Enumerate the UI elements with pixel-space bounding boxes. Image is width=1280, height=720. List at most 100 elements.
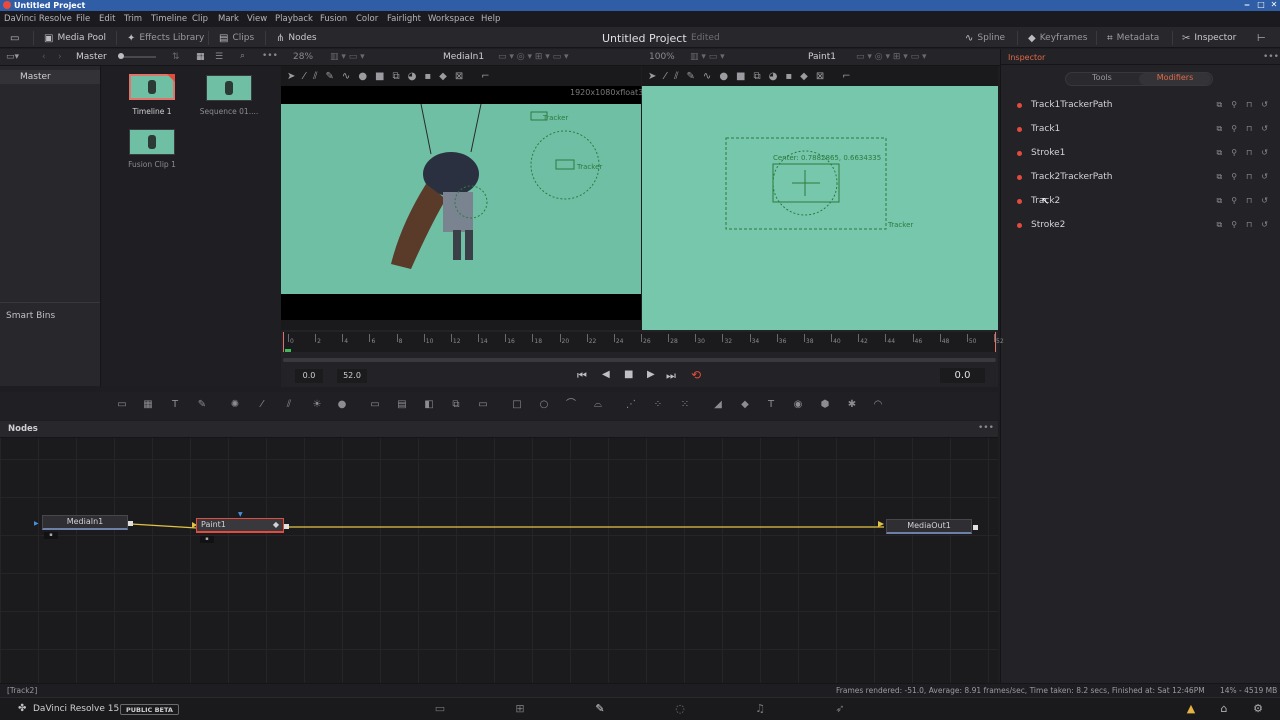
transform-icon[interactable]: ⊠ xyxy=(455,71,463,82)
viewer-right-options-icon[interactable]: ▥ ▾ ▭ ▾ xyxy=(690,52,725,62)
menu-playback[interactable]: Playback xyxy=(275,14,313,24)
pin-icon[interactable]: ⚲ xyxy=(1231,148,1237,158)
box-icon[interactable]: ▪ xyxy=(785,71,792,82)
pointer-icon[interactable]: ➤ xyxy=(648,71,656,82)
inspector-button[interactable]: ✂ Inspector xyxy=(1182,31,1236,45)
clone-icon[interactable]: ⧉ xyxy=(754,71,761,82)
rectangle-icon[interactable]: ■ xyxy=(375,71,384,82)
brush-icon[interactable]: ✎ xyxy=(326,71,334,82)
reset-icon[interactable]: ↺ xyxy=(1261,196,1268,206)
copy-icon[interactable]: ⧉ xyxy=(1216,124,1222,134)
node-paint1[interactable]: Paint1 ◆ xyxy=(196,518,284,533)
edit-page-icon[interactable]: ⊞ xyxy=(512,702,528,716)
polygon-mask-icon[interactable]: ⌒ xyxy=(564,398,578,412)
settings-gear-icon[interactable]: ⚙ xyxy=(1250,702,1266,716)
panel-toggle-button[interactable]: ▭ xyxy=(10,31,19,45)
clip-thumb-sequence[interactable] xyxy=(206,75,252,101)
grid-view-icon[interactable]: ▦ xyxy=(196,52,205,62)
media-pool-button[interactable]: ▣ Media Pool xyxy=(44,31,106,45)
menu-fusion[interactable]: Fusion xyxy=(320,14,347,24)
matte-tool-icon[interactable]: ◧ xyxy=(422,398,436,412)
viewer-right-canvas[interactable]: Center: 0.7882865, 0.6634335 Tracker xyxy=(642,86,998,331)
blur-tool-icon[interactable]: ⁄ xyxy=(255,398,269,412)
menu-clip[interactable]: Clip xyxy=(192,14,208,24)
stroke-icon[interactable]: ⁄ xyxy=(303,71,305,82)
metadata-button[interactable]: ⌗ Metadata xyxy=(1107,31,1159,45)
fusion-page-icon[interactable]: ✎ xyxy=(592,702,608,716)
menu-workspace[interactable]: Workspace xyxy=(428,14,474,24)
home-icon[interactable]: ⌂ xyxy=(1216,702,1232,716)
go-to-end-icon[interactable]: ⏭ xyxy=(666,369,676,383)
output-port-icon[interactable] xyxy=(128,521,133,526)
image-tool-icon[interactable]: ▦ xyxy=(141,398,155,412)
channel-tool-icon[interactable]: ▤ xyxy=(395,398,409,412)
modifier-row[interactable]: Track1TrackerPath ⧉ ⚲ ⊓ ↺ xyxy=(1009,95,1274,115)
menu-help[interactable]: Help xyxy=(481,14,500,24)
menu-timeline[interactable]: Timeline xyxy=(151,14,187,24)
lock-icon[interactable]: ⊓ xyxy=(1246,124,1252,134)
menu-view[interactable]: View xyxy=(247,14,267,24)
lock-icon[interactable]: ⊓ xyxy=(1246,220,1252,230)
reset-icon[interactable]: ↺ xyxy=(1261,124,1268,134)
particle-render-icon[interactable]: ⁘ xyxy=(651,398,665,412)
brightness-tool-icon[interactable]: ☀ xyxy=(310,398,324,412)
camera-3d-icon[interactable]: ◉ xyxy=(791,398,805,412)
lock-icon[interactable]: ⊓ xyxy=(1246,148,1252,158)
ellipse-mask-icon[interactable]: ○ xyxy=(537,398,551,412)
time-scrollbar[interactable] xyxy=(283,358,996,362)
lock-icon[interactable]: ⊓ xyxy=(1246,196,1252,206)
viewer-right-tools-icon[interactable]: ▭ ▾ ◎ ▾ ⊞ ▾ ▭ ▾ xyxy=(856,52,927,62)
transform-tool-icon[interactable]: ⧉ xyxy=(449,398,463,412)
merge-tool-icon[interactable]: ▭ xyxy=(368,398,382,412)
shape-3d-icon[interactable]: ◢ xyxy=(711,398,725,412)
menu-fairlight[interactable]: Fairlight xyxy=(387,14,421,24)
clone-icon[interactable]: ⧉ xyxy=(393,71,400,82)
reset-icon[interactable]: ↺ xyxy=(1261,172,1268,182)
sort-icon[interactable]: ⇅ xyxy=(172,52,180,62)
play-reverse-icon[interactable]: ◀ xyxy=(602,369,610,380)
rectangle-icon[interactable]: ■ xyxy=(736,71,745,82)
multistroke-icon[interactable]: ⫽ xyxy=(313,71,317,82)
pin-icon[interactable]: ⚲ xyxy=(1231,172,1237,182)
menu-trim[interactable]: Trim xyxy=(124,14,142,24)
resize-tool-icon[interactable]: ▭ xyxy=(476,398,490,412)
maximize-icon[interactable]: □ xyxy=(1254,0,1268,9)
current-time-field[interactable]: 0.0 xyxy=(940,368,985,383)
transform-icon[interactable]: ⊠ xyxy=(816,71,824,82)
forward-icon[interactable]: › xyxy=(58,52,62,62)
pin-icon[interactable]: ⚲ xyxy=(1231,196,1237,206)
output-port-icon[interactable] xyxy=(973,525,978,530)
close-icon[interactable]: ✕ xyxy=(1267,0,1280,9)
slider-handle[interactable] xyxy=(118,53,124,59)
warning-icon[interactable]: ▲ xyxy=(1183,702,1199,716)
menu-edit[interactable]: Edit xyxy=(99,14,115,24)
end-time-field[interactable]: 52.0 xyxy=(337,369,367,383)
modifier-row[interactable]: Stroke1 ⧉ ⚲ ⊓ ↺ xyxy=(1009,143,1274,163)
paint-tool-icon[interactable]: ✎ xyxy=(195,398,209,412)
loop-icon[interactable]: ⟲ xyxy=(691,368,701,382)
node-mediain1[interactable]: MediaIn1 xyxy=(42,515,128,530)
time-ruler[interactable]: 0 2 4 6 8 10 12 14 16 18 20 22 24 26 28 30 32 34 36 38 40 42 4… xyxy=(283,332,1004,352)
copy-icon[interactable]: ⧉ xyxy=(1216,172,1222,182)
box-icon[interactable]: ▪ xyxy=(424,71,431,82)
reset-icon[interactable]: ↺ xyxy=(1261,220,1268,230)
reset-icon[interactable]: ↺ xyxy=(1261,148,1268,158)
tab-modifiers[interactable]: Modifiers xyxy=(1139,73,1211,85)
spline-tool-icon[interactable]: ∿ xyxy=(703,71,711,82)
copy-icon[interactable]: ⧉ xyxy=(1216,220,1222,230)
play-icon[interactable]: ▶ xyxy=(647,369,655,380)
pin-icon[interactable]: ⚲ xyxy=(1231,124,1237,134)
copy-icon[interactable]: ⧉ xyxy=(1216,196,1222,206)
more-options-icon[interactable]: ••• xyxy=(1263,52,1279,62)
light-3d-icon[interactable]: ✱ xyxy=(845,398,859,412)
start-time-field[interactable]: 0.0 xyxy=(295,369,323,383)
zoom-right[interactable]: 100% xyxy=(649,52,675,62)
fairlight-page-icon[interactable]: ♫ xyxy=(752,702,768,716)
particle-style-icon[interactable]: ⁙ xyxy=(678,398,692,412)
playhead-icon[interactable] xyxy=(285,349,291,352)
viewer-options-icon[interactable]: ▥ ▾ ▭ ▾ xyxy=(330,52,365,62)
collapse-button[interactable]: ⊢ xyxy=(1257,31,1266,45)
eraser-icon[interactable]: ◆ xyxy=(800,71,808,82)
merge-3d-icon[interactable]: ◆ xyxy=(738,398,752,412)
media-page-icon[interactable]: ▭ xyxy=(432,702,448,716)
